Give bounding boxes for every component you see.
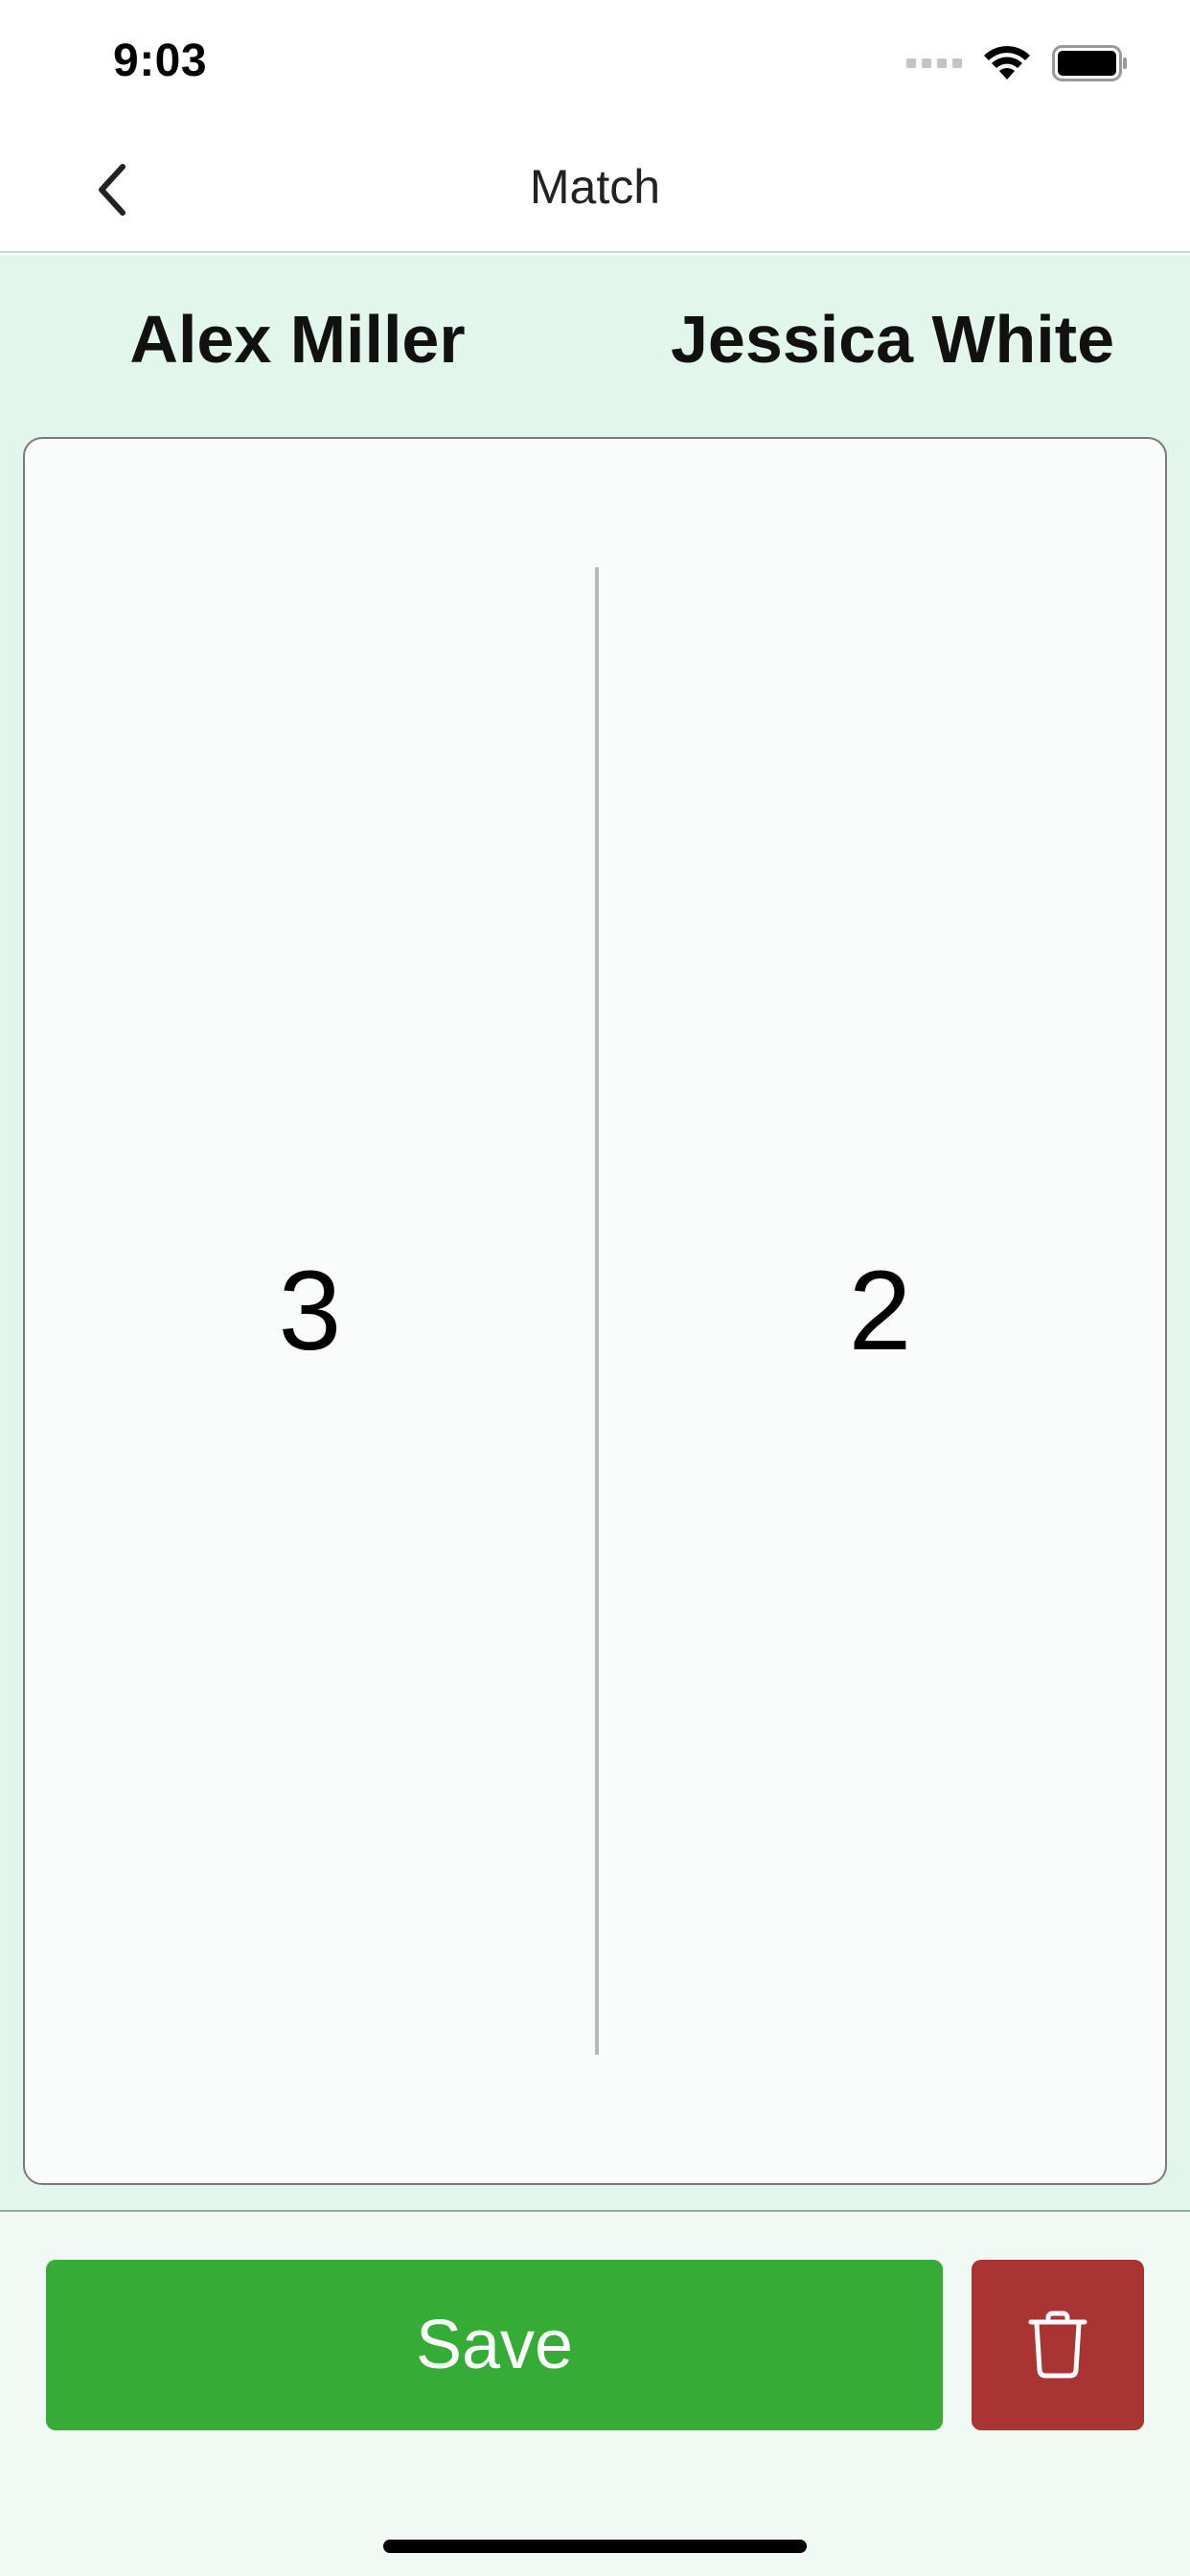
player-names: Alex Miller Jessica White [0, 255, 1190, 437]
status-time: 9:03 [113, 35, 208, 86]
status-icons [906, 44, 1129, 82]
score-right: 2 [848, 1248, 912, 1374]
trash-icon [1028, 2311, 1087, 2379]
wifi-icon [983, 45, 1031, 81]
bottom-action-bar: Save [0, 2210, 1190, 2576]
page-title: Match [529, 160, 661, 214]
score-card: 3 2 [23, 437, 1167, 2185]
status-bar: 9:03 [0, 0, 1190, 125]
delete-button[interactable] [972, 2260, 1144, 2430]
match-screen: 9:03 Match Alex Miller Jessica White 3 2… [0, 0, 1190, 2576]
match-content: Alex Miller Jessica White 3 2 [0, 255, 1190, 2210]
player-left-name: Alex Miller [129, 302, 466, 377]
signal-icon [906, 58, 962, 68]
player-right-name: Jessica White [671, 302, 1114, 377]
nav-bar: Match [0, 125, 1190, 253]
home-indicator [383, 2540, 807, 2553]
score-left-area[interactable]: 3 [25, 439, 595, 2183]
battery-icon [1052, 45, 1129, 81]
score-right-area[interactable]: 2 [595, 439, 1165, 2183]
score-left: 3 [278, 1248, 342, 1374]
save-button[interactable]: Save [46, 2260, 943, 2430]
